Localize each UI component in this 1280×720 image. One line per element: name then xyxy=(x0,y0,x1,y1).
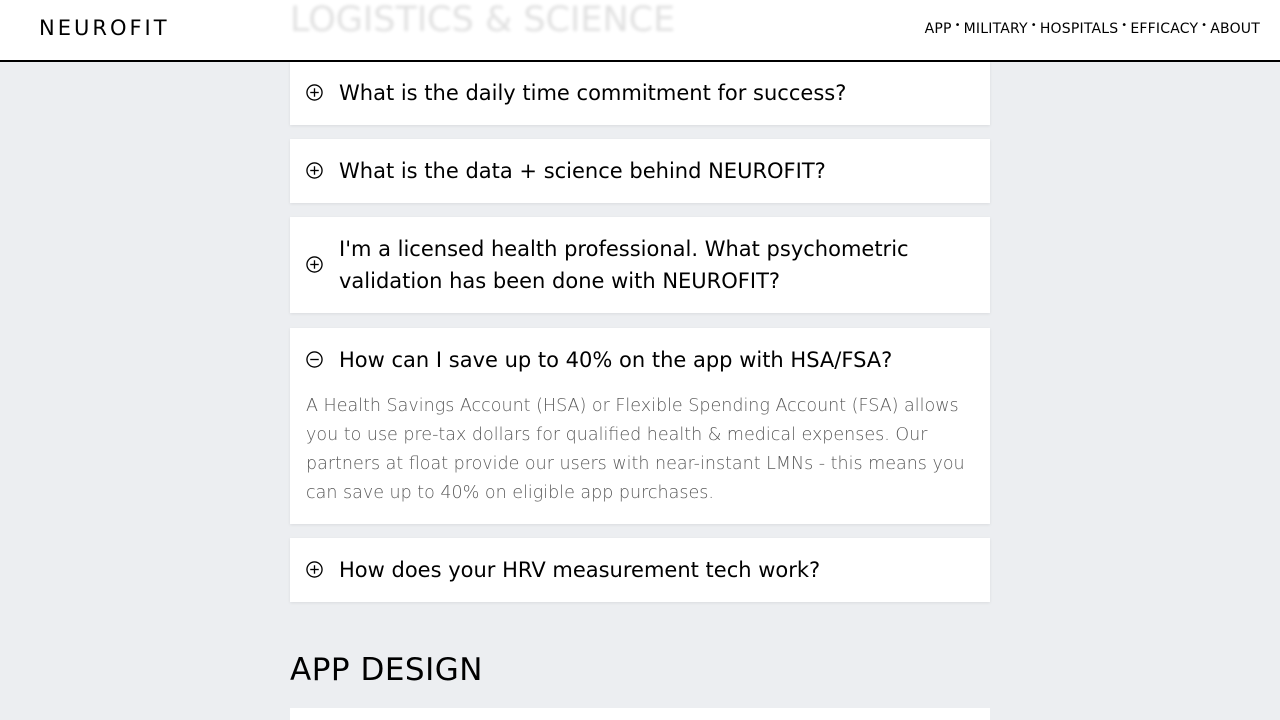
nav-app[interactable]: APP xyxy=(925,21,952,37)
nav-efficacy[interactable]: EFFICACY xyxy=(1130,21,1198,37)
plus-circle-icon[interactable] xyxy=(306,256,323,273)
faq-item-hrv-measurement[interactable]: How does your HRV measurement tech work? xyxy=(290,538,990,602)
faq-item-data-science[interactable]: What is the data + science behind NEUROF… xyxy=(290,139,990,203)
site-header: NEUROFIT APP • MILITARY • HOSPITALS • EF… xyxy=(0,0,1280,62)
faq-question[interactable]: I'm a licensed health professional. What… xyxy=(339,233,970,297)
plus-circle-icon[interactable] xyxy=(306,162,323,179)
faq-question[interactable]: How can I save up to 40% on the app with… xyxy=(339,344,970,376)
faq-question[interactable]: What is the data + science behind NEUROF… xyxy=(339,155,970,187)
nav-separator: • xyxy=(954,19,961,31)
main-nav: APP • MILITARY • HOSPITALS • EFFICACY • … xyxy=(925,19,1260,38)
faq-question[interactable]: What is the daily time commitment for su… xyxy=(339,77,970,109)
faq-item-next[interactable] xyxy=(290,708,990,720)
faq-item-psychometric-validation[interactable]: I'm a licensed health professional. What… xyxy=(290,217,990,313)
minus-circle-icon[interactable] xyxy=(306,351,323,368)
faq-item-time-commitment[interactable]: What is the daily time commitment for su… xyxy=(290,61,990,125)
nav-separator: • xyxy=(1030,19,1037,31)
section-title-app-design: APP DESIGN xyxy=(290,652,483,688)
brand-logo[interactable]: NEUROFIT xyxy=(39,16,170,40)
nav-hospitals[interactable]: HOSPITALS xyxy=(1040,21,1119,37)
page: NEUROFIT APP • MILITARY • HOSPITALS • EF… xyxy=(0,0,1280,720)
nav-separator: • xyxy=(1121,19,1128,31)
faq-item-hsa-fsa[interactable]: How can I save up to 40% on the app with… xyxy=(290,328,990,524)
plus-circle-icon[interactable] xyxy=(306,84,323,101)
nav-about[interactable]: ABOUT xyxy=(1210,21,1260,37)
plus-circle-icon[interactable] xyxy=(306,561,323,578)
faq-answer: A Health Savings Account (HSA) or Flexib… xyxy=(306,396,965,503)
nav-military[interactable]: MILITARY xyxy=(964,21,1028,37)
faq-question[interactable]: How does your HRV measurement tech work? xyxy=(339,554,970,586)
nav-separator: • xyxy=(1201,19,1208,31)
